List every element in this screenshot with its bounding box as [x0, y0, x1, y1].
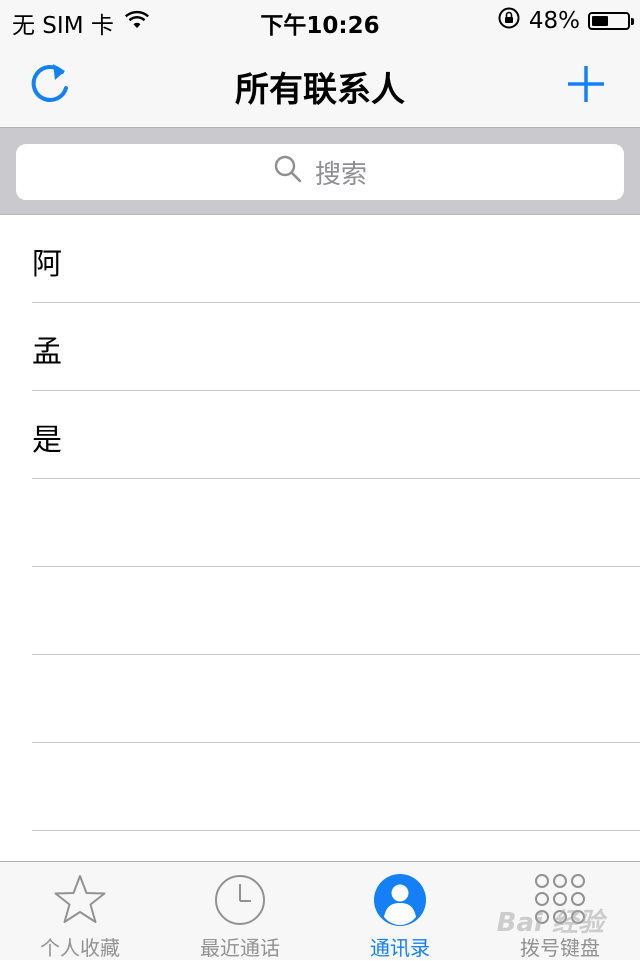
empty-row: [0, 743, 640, 831]
battery-fill: [592, 16, 608, 26]
clock-icon: [212, 872, 268, 928]
status-bar: 无 SIM 卡 下午10:26 48%: [0, 0, 640, 40]
contact-name: 是: [32, 423, 62, 458]
empty-row: [0, 479, 640, 567]
tab-recents[interactable]: 最近通话: [160, 862, 320, 960]
plus-icon: [560, 66, 612, 114]
battery-icon: [588, 12, 634, 30]
tab-label: 拨号键盘: [520, 936, 600, 960]
contact-name: 阿: [32, 247, 62, 282]
tab-favorites[interactable]: 个人收藏: [0, 862, 160, 960]
battery-percent: 48%: [528, 8, 580, 34]
contact-row[interactable]: 阿: [0, 215, 640, 303]
contact-row[interactable]: 是: [0, 391, 640, 479]
row-separator: [32, 830, 640, 831]
navigation-bar: 所有联系人: [0, 40, 640, 128]
page-title: 所有联系人: [235, 70, 405, 110]
tab-contacts[interactable]: 通讯录: [320, 862, 480, 960]
keypad-icon: [532, 872, 588, 928]
tab-bar: 个人收藏 最近通话 通讯录 拨号键盘: [0, 861, 640, 960]
contact-list: 阿 孟 是: [0, 215, 640, 831]
search-placeholder: 搜索: [314, 159, 367, 190]
battery-cap: [631, 18, 634, 25]
search-input[interactable]: 搜索: [16, 144, 624, 200]
empty-row: [0, 567, 640, 655]
tab-label: 通讯录: [370, 936, 430, 960]
orientation-lock-icon: [497, 6, 521, 36]
status-right: 48%: [497, 6, 634, 36]
contact-row[interactable]: 孟: [0, 303, 640, 391]
tab-keypad[interactable]: 拨号键盘: [480, 862, 640, 960]
add-contact-button[interactable]: [560, 58, 612, 110]
empty-row: [0, 655, 640, 743]
tab-label: 最近通话: [200, 936, 280, 960]
contacts-icon: [372, 872, 428, 928]
search-area: 搜索: [0, 128, 640, 215]
star-icon: [52, 872, 108, 928]
search-icon: [273, 154, 303, 191]
contact-name: 孟: [32, 335, 62, 370]
tab-label: 个人收藏: [40, 936, 120, 960]
